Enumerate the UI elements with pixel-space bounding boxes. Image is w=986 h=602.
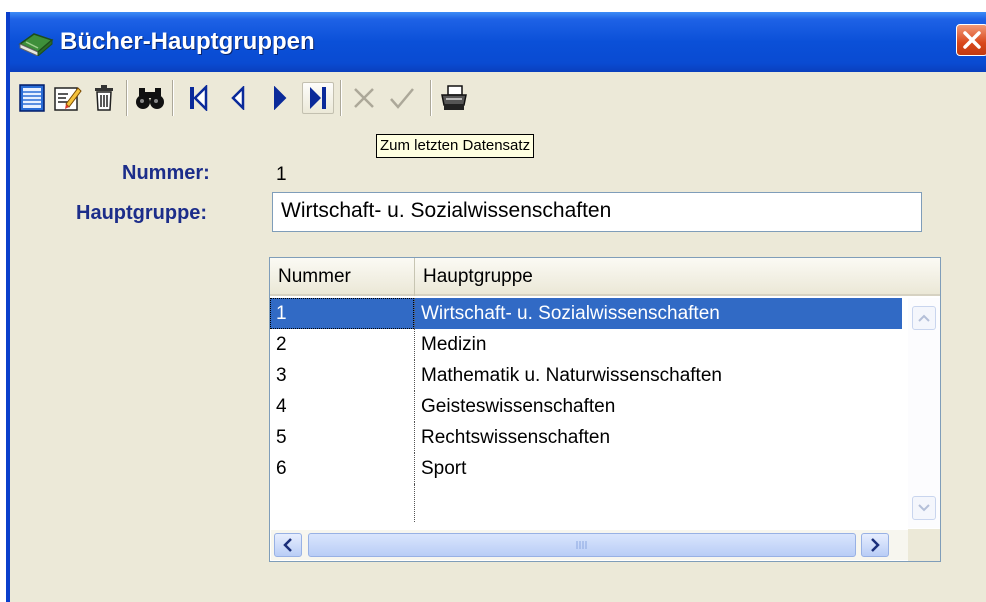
toolbar-separator <box>340 80 342 116</box>
cancel-icon <box>354 88 374 108</box>
print-icon <box>441 85 467 110</box>
cell-nummer: 3 <box>276 365 287 386</box>
confirm-icon <box>390 88 414 109</box>
previous-record-icon <box>231 86 245 110</box>
cell-hauptgruppe: Geisteswissenschaften <box>414 391 814 422</box>
chevron-right-icon <box>871 538 880 552</box>
previous-record-button[interactable] <box>222 82 254 114</box>
column-divider <box>414 484 415 522</box>
scroll-right-button[interactable] <box>861 533 889 557</box>
tooltip: Zum letzten Datensatz <box>376 134 535 158</box>
scrollbar-corner <box>908 529 940 561</box>
cell-nummer: 1 <box>270 298 414 329</box>
cell-hauptgruppe: Mathematik u. Naturwissenschaften <box>414 360 814 391</box>
cell-hauptgruppe: Medizin <box>414 329 814 360</box>
last-record-icon <box>310 87 326 109</box>
table-row[interactable]: 4 Geisteswissenschaften <box>270 391 902 422</box>
edit-record-button[interactable] <box>52 82 84 114</box>
table-row[interactable]: 1 Wirtschaft- u. Sozialwissenschaften <box>270 298 902 329</box>
data-grid[interactable]: Nummer Hauptgruppe 1 Wirtschaft- u. Sozi… <box>269 257 941 562</box>
nummer-value: 1 <box>276 164 287 185</box>
first-record-icon <box>190 85 208 111</box>
search-button[interactable] <box>134 82 166 114</box>
cancel-button[interactable] <box>348 82 380 114</box>
column-header-hauptgruppe[interactable]: Hauptgruppe <box>414 258 894 296</box>
cell-nummer: 4 <box>276 396 287 417</box>
scroll-thumb[interactable] <box>308 533 856 557</box>
table-row[interactable]: 6 Sport <box>270 453 902 484</box>
next-record-button[interactable] <box>264 82 296 114</box>
nummer-label: Nummer: <box>122 162 210 184</box>
chevron-up-icon <box>918 314 930 322</box>
cell-hauptgruppe: Rechtswissenschaften <box>414 422 814 453</box>
table-row[interactable]: 5 Rechtswissenschaften <box>270 422 902 453</box>
hauptgruppe-field[interactable]: Wirtschaft- u. Sozialwissenschaften <box>272 192 922 232</box>
window-title: Bücher-Hauptgruppen <box>60 28 315 55</box>
print-button[interactable] <box>438 82 470 114</box>
table-row[interactable]: 3 Mathematik u. Naturwissenschaften <box>270 360 902 391</box>
first-record-button[interactable] <box>182 82 214 114</box>
scroll-up-button[interactable] <box>912 306 936 330</box>
table-row[interactable]: 2 Medizin <box>270 329 902 360</box>
binoculars-icon <box>136 88 164 109</box>
close-button[interactable] <box>956 24 986 56</box>
cell-nummer: 2 <box>276 334 287 355</box>
title-bar[interactable]: Bücher-Hauptgruppen <box>10 12 986 72</box>
last-record-button[interactable] <box>302 82 334 114</box>
hauptgruppe-label: Hauptgruppe: <box>76 202 208 224</box>
horizontal-scrollbar[interactable] <box>271 530 908 560</box>
chevron-left-icon <box>283 538 292 552</box>
column-header-nummer[interactable]: Nummer <box>270 258 414 296</box>
cell-hauptgruppe: Wirtschaft- u. Sozialwissenschaften <box>414 298 814 329</box>
grid-header: Nummer Hauptgruppe <box>270 258 940 296</box>
next-record-icon <box>274 86 287 110</box>
chevron-down-icon <box>918 504 930 512</box>
book-icon <box>18 26 54 58</box>
cell-nummer: 6 <box>276 458 287 479</box>
new-record-button[interactable] <box>16 82 48 114</box>
delete-button[interactable] <box>88 82 120 114</box>
window: Bücher-Hauptgruppen Zum letzten Datensat… <box>6 12 986 602</box>
toolbar-separator <box>172 80 174 116</box>
scroll-down-button[interactable] <box>912 496 936 520</box>
toolbar-separator <box>126 80 128 116</box>
toolbar <box>10 72 986 122</box>
grid-rows: 1 Wirtschaft- u. Sozialwissenschaften 2 … <box>270 298 902 484</box>
scroll-left-button[interactable] <box>274 533 302 557</box>
toolbar-separator <box>430 80 432 116</box>
confirm-button[interactable] <box>386 82 418 114</box>
delete-icon <box>95 85 113 111</box>
new-record-icon <box>19 84 45 112</box>
edit-record-icon <box>54 87 82 111</box>
grip-icon <box>576 541 587 549</box>
vertical-scrollbar[interactable] <box>908 298 940 528</box>
cell-nummer: 5 <box>276 427 287 448</box>
cell-hauptgruppe: Sport <box>414 453 814 484</box>
close-icon <box>963 31 981 49</box>
